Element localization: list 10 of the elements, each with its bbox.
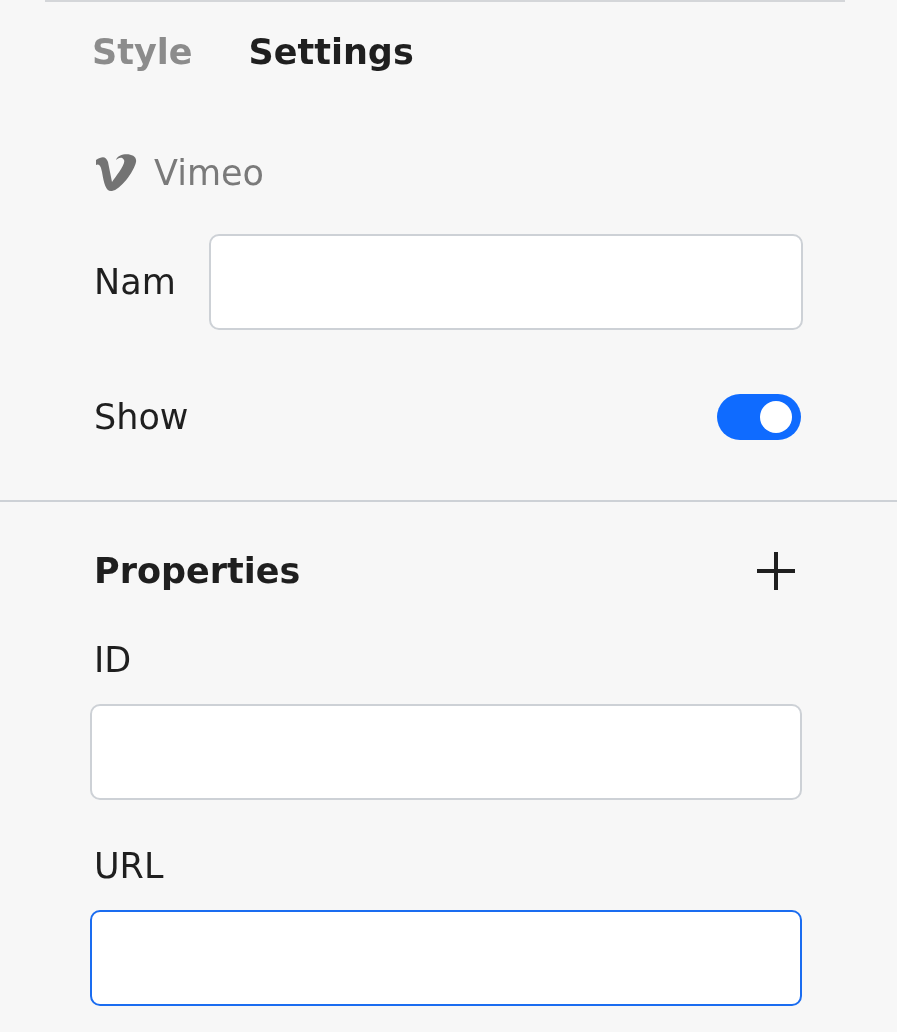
show-toggle[interactable] bbox=[717, 394, 801, 440]
field-label: ID bbox=[94, 640, 133, 680]
text-input-field[interactable] bbox=[90, 910, 802, 1006]
field-label: URL bbox=[94, 846, 165, 886]
field-label: Nam bbox=[94, 262, 176, 302]
toggle-label: Show bbox=[94, 397, 189, 437]
component-type-label: Vimeo bbox=[154, 153, 264, 193]
tab[interactable]: Settings bbox=[248, 28, 414, 76]
name-input-field[interactable] bbox=[209, 234, 803, 330]
section-title: Properties bbox=[94, 551, 301, 591]
